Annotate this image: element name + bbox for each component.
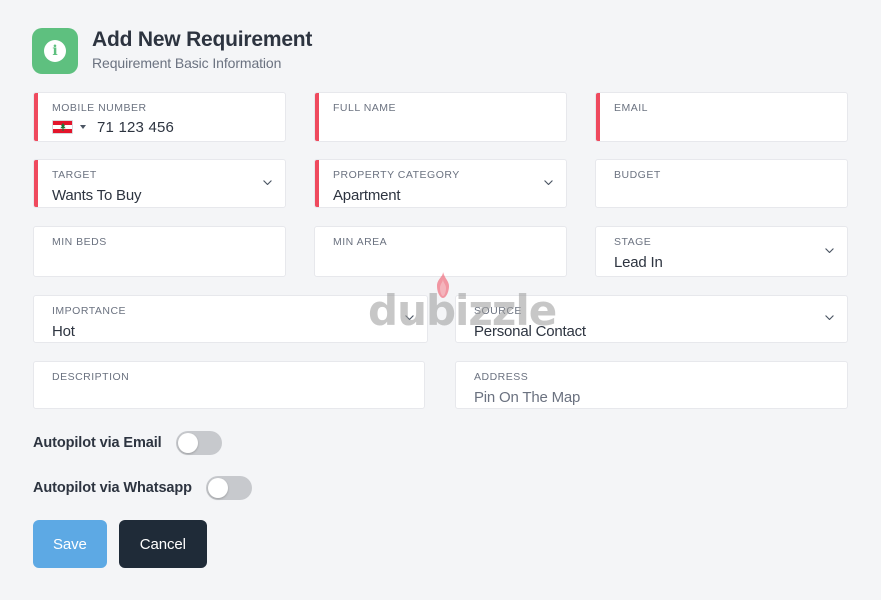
stage-value: Lead In — [614, 253, 663, 271]
address-label: ADDRESS — [474, 371, 529, 383]
description-field[interactable]: DESCRIPTION — [33, 361, 425, 409]
lebanon-flag-icon[interactable] — [52, 120, 73, 134]
email-label: EMAIL — [614, 102, 649, 114]
required-indicator — [315, 160, 319, 207]
min-area-label: MIN AREA — [333, 236, 388, 248]
save-button[interactable]: Save — [33, 520, 107, 568]
mobile-number-field[interactable]: MOBILE NUMBER 71 123 456 — [33, 92, 286, 142]
description-label: DESCRIPTION — [52, 371, 130, 383]
target-field[interactable]: TARGET Wants To Buy — [33, 159, 286, 208]
email-field[interactable]: EMAIL — [595, 92, 848, 142]
source-label: SOURCE — [474, 305, 522, 317]
mobile-number-label: MOBILE NUMBER — [52, 102, 147, 114]
autopilot-email-toggle[interactable] — [175, 431, 222, 455]
importance-field[interactable]: IMPORTANCE Hot — [33, 295, 428, 343]
mobile-number-value: 71 123 456 — [97, 118, 175, 136]
form-actions: Save Cancel — [33, 520, 207, 568]
autopilot-whatsapp-toggle[interactable] — [205, 476, 252, 500]
budget-label: BUDGET — [614, 169, 661, 181]
required-indicator — [34, 93, 38, 141]
property-category-label: PROPERTY CATEGORY — [333, 169, 460, 181]
target-label: TARGET — [52, 169, 97, 181]
property-category-field[interactable]: PROPERTY CATEGORY Apartment — [314, 159, 567, 208]
min-beds-field[interactable]: MIN BEDS — [33, 226, 286, 277]
stage-field[interactable]: STAGE Lead In — [595, 226, 848, 277]
required-indicator — [315, 93, 319, 141]
required-indicator — [596, 93, 600, 141]
country-caret-icon[interactable] — [80, 125, 86, 129]
full-name-label: FULL NAME — [333, 102, 397, 114]
requirement-form: MOBILE NUMBER 71 123 456 FULL NAME EMAIL — [0, 0, 881, 600]
required-indicator — [34, 160, 38, 207]
toggle-knob — [177, 433, 198, 453]
autopilot-whatsapp-row: Autopilot via Whatsapp — [33, 476, 252, 500]
importance-value: Hot — [52, 322, 75, 340]
full-name-field[interactable]: FULL NAME — [314, 92, 567, 142]
source-value: Personal Contact — [474, 322, 586, 340]
property-category-value: Apartment — [333, 186, 401, 204]
stage-label: STAGE — [614, 236, 652, 248]
importance-label: IMPORTANCE — [52, 305, 127, 317]
autopilot-email-label: Autopilot via Email — [33, 435, 162, 451]
toggle-knob — [207, 478, 228, 498]
min-beds-label: MIN BEDS — [52, 236, 107, 248]
min-area-field[interactable]: MIN AREA — [314, 226, 567, 277]
address-field[interactable]: ADDRESS Pin On The Map — [455, 361, 848, 409]
autopilot-email-row: Autopilot via Email — [33, 431, 222, 455]
cancel-button[interactable]: Cancel — [118, 520, 207, 568]
source-field[interactable]: SOURCE Personal Contact — [455, 295, 848, 343]
target-value: Wants To Buy — [52, 186, 142, 204]
autopilot-whatsapp-label: Autopilot via Whatsapp — [33, 480, 192, 496]
budget-field[interactable]: BUDGET — [595, 159, 848, 208]
address-value: Pin On The Map — [474, 388, 581, 406]
